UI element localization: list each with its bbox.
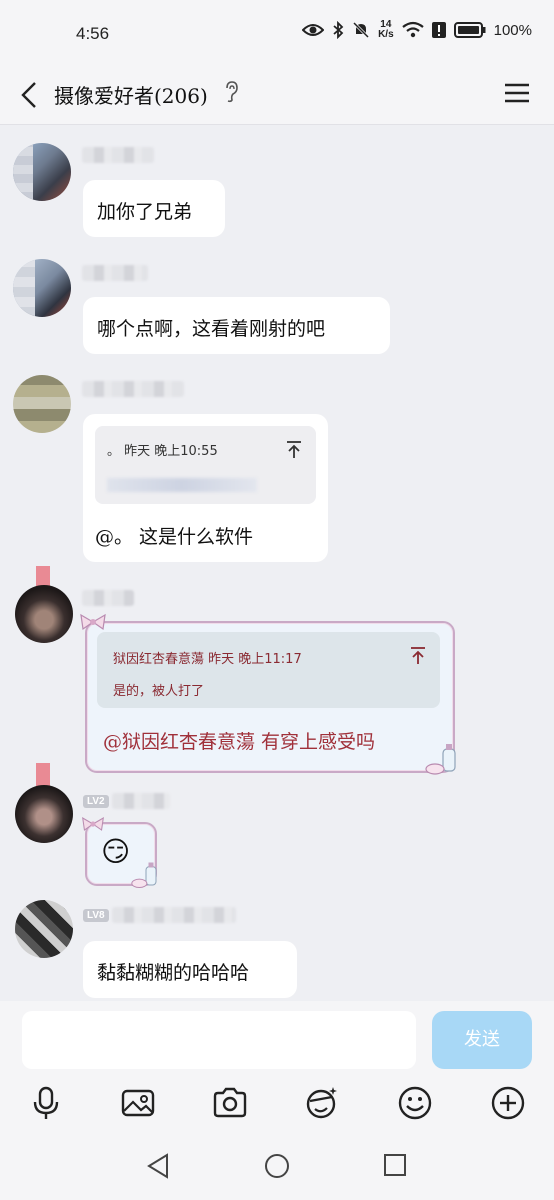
avatar[interactable] (13, 375, 71, 433)
message-bubble[interactable]: 加你了兄弟 (83, 180, 225, 237)
emoji-sticker: 😏 (101, 835, 131, 868)
level-badge: LV2 (83, 795, 109, 808)
sticker-face-icon[interactable] (304, 1085, 340, 1121)
message-text: 黏黏糊糊的哈哈哈 (97, 962, 250, 984)
mute-bell-icon (353, 21, 370, 39)
sender-name (82, 147, 154, 163)
group-title: 摄像爱好者(206) (54, 84, 208, 108)
menu-icon[interactable] (504, 80, 530, 106)
system-nav-bar (0, 1131, 554, 1200)
level-badge: LV8 (83, 909, 109, 922)
microphone-icon[interactable] (28, 1085, 64, 1121)
status-icons: 14 K/s 100% (302, 20, 532, 40)
decorated-message-bubble[interactable]: 狱因红杏春意蕩 昨天 晚上11:17 是的，被人打了 @狱因红杏春意蕩 有穿上感… (80, 613, 456, 775)
bottle-decoration-icon (425, 744, 456, 775)
sender-name (112, 907, 236, 923)
alert-icon (431, 22, 446, 38)
avatar[interactable] (13, 143, 71, 201)
quote-header: 。 昨天 晚上10:55 (107, 444, 218, 459)
nav-home-icon[interactable] (264, 1153, 290, 1179)
message-input[interactable] (22, 1011, 416, 1069)
battery-icon (453, 22, 486, 38)
sender-name (82, 265, 148, 281)
message-bubble[interactable]: 。 昨天 晚上10:55 @。 这是什么软件 (83, 414, 328, 562)
composer: 发送 (0, 1001, 554, 1081)
message-list[interactable]: 加你了兄弟 哪个点啊，这看着刚射的吧 。 昨天 晚上10:55 @。 这是什么软… (0, 125, 554, 1001)
quoted-reply[interactable]: 。 昨天 晚上10:55 (95, 426, 316, 504)
avatar[interactable] (15, 585, 73, 643)
bottle-decoration-icon (131, 862, 157, 888)
quoted-reply[interactable]: 狱因红杏春意蕩 昨天 晚上11:17 是的，被人打了 (97, 632, 440, 708)
image-icon[interactable] (120, 1085, 156, 1121)
back-arrow-icon[interactable] (16, 80, 46, 110)
nav-recents-icon[interactable] (383, 1153, 407, 1177)
sender-name (82, 381, 184, 397)
send-button[interactable]: 发送 (432, 1011, 532, 1069)
emoji-icon[interactable] (397, 1085, 433, 1121)
input-toolbar (0, 1081, 554, 1131)
camera-icon[interactable] (212, 1085, 248, 1121)
wifi-icon (401, 21, 424, 38)
quote-text: 是的，被人打了 (113, 684, 205, 699)
eye-icon (302, 24, 325, 36)
quote-blurred-content (107, 478, 257, 492)
quote-header: 狱因红杏春意蕩 昨天 晚上11:17 (113, 652, 302, 667)
jump-to-icon[interactable] (410, 647, 426, 665)
status-bar: 4:56 14 K/s 100% (0, 0, 554, 68)
decorated-message-bubble[interactable]: 😏 (82, 817, 157, 888)
plus-icon[interactable] (490, 1085, 526, 1121)
message-text: @狱因红杏春意蕩 有穿上感受吗 (103, 731, 376, 753)
message-text: @。 这是什么软件 (95, 526, 254, 548)
avatar[interactable] (13, 259, 71, 317)
avatar[interactable] (15, 785, 73, 843)
bluetooth-icon (333, 21, 344, 39)
net-speed: 14 K/s (378, 19, 394, 40)
message-text: 哪个点啊，这看着刚射的吧 (97, 318, 326, 340)
sender-name (82, 590, 134, 606)
battery-percent: 100% (493, 21, 532, 39)
chat-header: 摄像爱好者(206) (0, 68, 554, 125)
ear-icon[interactable] (224, 81, 238, 103)
nav-back-icon[interactable] (146, 1153, 170, 1179)
message-bubble[interactable]: 哪个点啊，这看着刚射的吧 (83, 297, 390, 354)
status-time: 4:56 (76, 24, 110, 43)
jump-to-icon[interactable] (286, 441, 302, 459)
bow-decoration-icon (82, 817, 104, 831)
message-text: 加你了兄弟 (97, 201, 193, 223)
bow-decoration-icon (80, 613, 106, 631)
sender-name (112, 793, 170, 809)
message-bubble[interactable]: 黏黏糊糊的哈哈哈 (83, 941, 297, 998)
avatar-badge (36, 763, 50, 787)
avatar[interactable] (15, 900, 73, 958)
